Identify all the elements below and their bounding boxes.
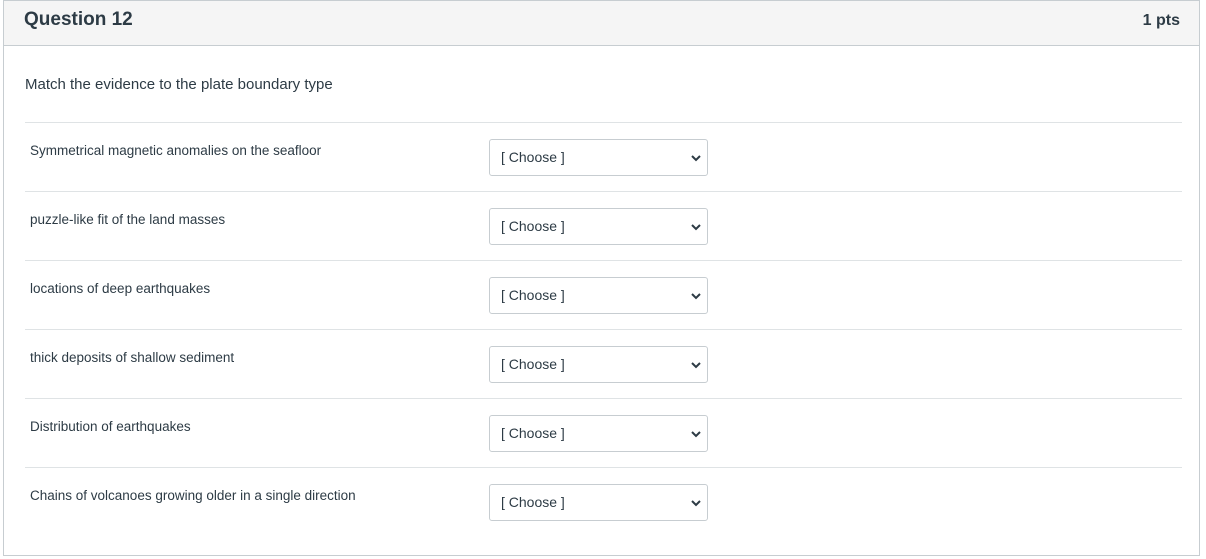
chevron-down-icon [691, 431, 701, 438]
chevron-down-icon [691, 500, 701, 507]
question-points: 1 pts [1142, 12, 1180, 29]
chevron-down-icon [691, 224, 701, 231]
answer-row: thick deposits of shallow sediment [ Cho… [25, 329, 1182, 398]
answer-row: Symmetrical magnetic anomalies on the se… [25, 122, 1182, 191]
dropdown-value: [ Choose ] [501, 149, 565, 165]
answer-dropdown[interactable]: [ Choose ] [489, 139, 708, 176]
question-text: Match the evidence to the plate boundary… [25, 76, 333, 93]
dropdown-value: [ Choose ] [501, 425, 565, 441]
chevron-down-icon [691, 293, 701, 300]
answer-row: locations of deep earthquakes [ Choose ] [25, 260, 1182, 329]
answer-label: thick deposits of shallow sediment [30, 350, 235, 365]
answer-dropdown[interactable]: [ Choose ] [489, 415, 708, 452]
dropdown-value: [ Choose ] [501, 287, 565, 303]
answer-label: Chains of volcanoes growing older in a s… [30, 488, 356, 503]
dropdown-value: [ Choose ] [501, 356, 565, 372]
answer-dropdown[interactable]: [ Choose ] [489, 277, 708, 314]
dropdown-value: [ Choose ] [501, 494, 565, 510]
answer-dropdown[interactable]: [ Choose ] [489, 484, 708, 521]
answer-label: locations of deep earthquakes [30, 281, 211, 296]
answer-dropdown[interactable]: [ Choose ] [489, 346, 708, 383]
dropdown-value: [ Choose ] [501, 218, 565, 234]
question-card: Question 12 1 pts Match the evidence to … [3, 0, 1200, 556]
question-header: Question 12 1 pts [4, 1, 1199, 46]
answer-row: puzzle-like fit of the land masses [ Cho… [25, 191, 1182, 260]
answer-label: Symmetrical magnetic anomalies on the se… [30, 143, 322, 158]
answer-label: puzzle-like fit of the land masses [30, 212, 226, 227]
answer-list: Symmetrical magnetic anomalies on the se… [25, 122, 1182, 536]
answer-dropdown[interactable]: [ Choose ] [489, 208, 708, 245]
answer-label: Distribution of earthquakes [30, 419, 191, 434]
chevron-down-icon [691, 155, 701, 162]
chevron-down-icon [691, 362, 701, 369]
question-title: Question 12 [24, 9, 133, 30]
answer-row: Distribution of earthquakes [ Choose ] [25, 398, 1182, 467]
answer-row: Chains of volcanoes growing older in a s… [25, 467, 1182, 536]
